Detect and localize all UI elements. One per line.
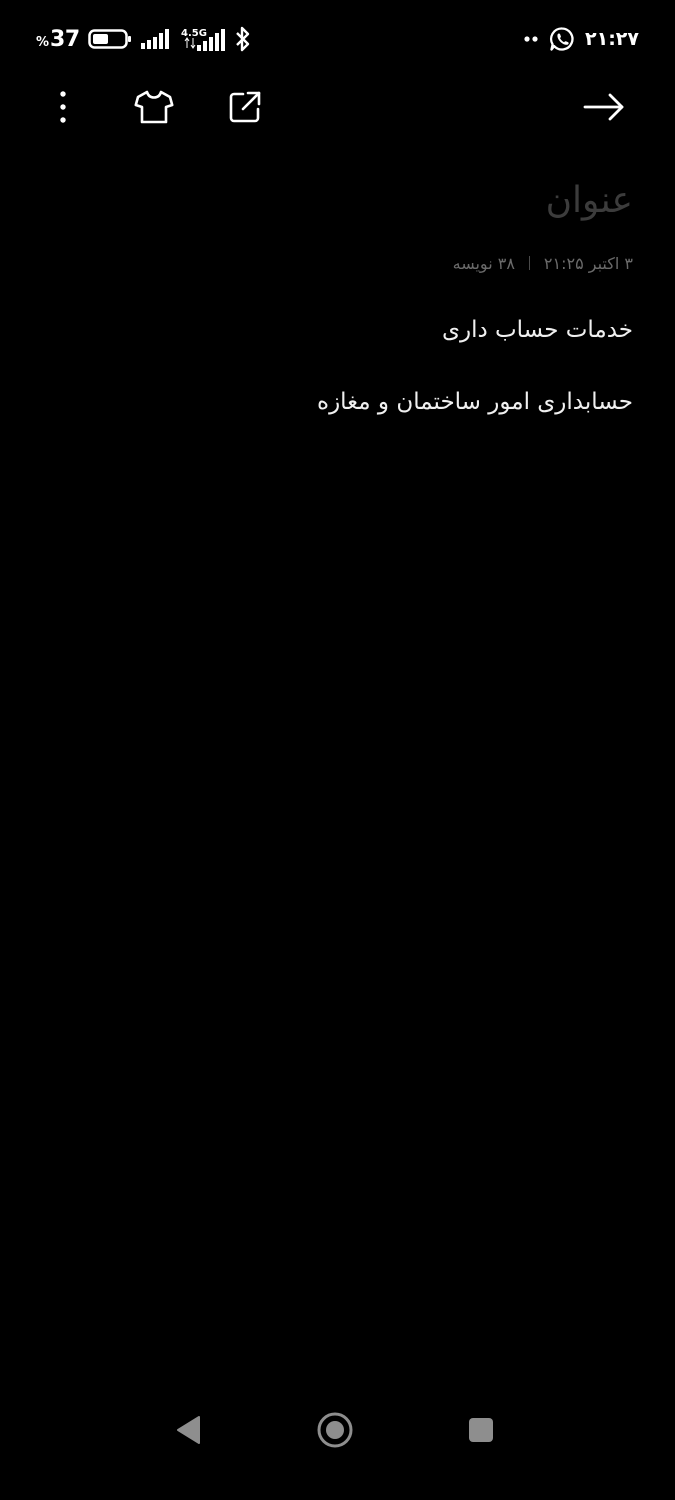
arrow-forward-icon xyxy=(583,92,625,122)
note-editor: عنوان ۳ اکتبر ۲۱:۲۵ ۳۸ نویسه خدمات حساب … xyxy=(40,172,633,450)
status-bar: % 37 4.5G ۲۱:۲۷ xyxy=(0,0,675,76)
battery-percent-sign: % xyxy=(36,34,50,50)
note-line[interactable]: خدمات حساب داری xyxy=(40,306,633,354)
note-date: ۳ اکتبر ۲۱:۲۵ xyxy=(543,253,633,273)
note-body[interactable]: خدمات حساب داری حسابداری امور ساختمان و … xyxy=(40,306,633,426)
theme-button[interactable] xyxy=(128,81,180,133)
recents-square-icon xyxy=(467,1416,495,1444)
nav-home-button[interactable] xyxy=(307,1402,363,1458)
network-type-label: 4.5G xyxy=(181,28,207,39)
more-notifications-icon xyxy=(523,35,539,43)
whatsapp-icon xyxy=(549,26,575,52)
system-nav-bar xyxy=(0,1380,675,1500)
share-button[interactable] xyxy=(219,81,271,133)
bluetooth-icon xyxy=(234,26,252,52)
battery-icon xyxy=(87,28,132,50)
clock: ۲۱:۲۷ xyxy=(585,28,639,50)
note-title-input[interactable]: عنوان xyxy=(40,172,633,230)
back-triangle-icon xyxy=(175,1414,203,1446)
back-button[interactable] xyxy=(578,81,630,133)
more-options-button[interactable] xyxy=(37,81,89,133)
note-char-count: ۳۸ نویسه xyxy=(452,253,515,273)
signal-4-5g-icon: 4.5G xyxy=(180,26,226,52)
tshirt-icon xyxy=(134,89,174,125)
battery-percent-text: % 37 xyxy=(36,27,80,52)
battery-percent-value: 37 xyxy=(50,26,80,52)
status-right-group: ۲۱:۲۷ xyxy=(523,22,639,56)
signal-icon xyxy=(140,28,172,50)
nav-back-button[interactable] xyxy=(161,1402,217,1458)
share-external-icon xyxy=(227,89,263,125)
home-circle-icon xyxy=(316,1411,354,1449)
more-vertical-icon xyxy=(58,90,68,124)
note-toolbar xyxy=(0,76,675,138)
note-meta: ۳ اکتبر ۲۱:۲۵ ۳۸ نویسه xyxy=(40,248,633,278)
note-line[interactable]: حسابداری امور ساختمان و مغازه xyxy=(40,378,633,426)
meta-separator xyxy=(528,256,530,270)
nav-recents-button[interactable] xyxy=(453,1402,509,1458)
status-left-group: % 37 4.5G xyxy=(36,22,252,56)
